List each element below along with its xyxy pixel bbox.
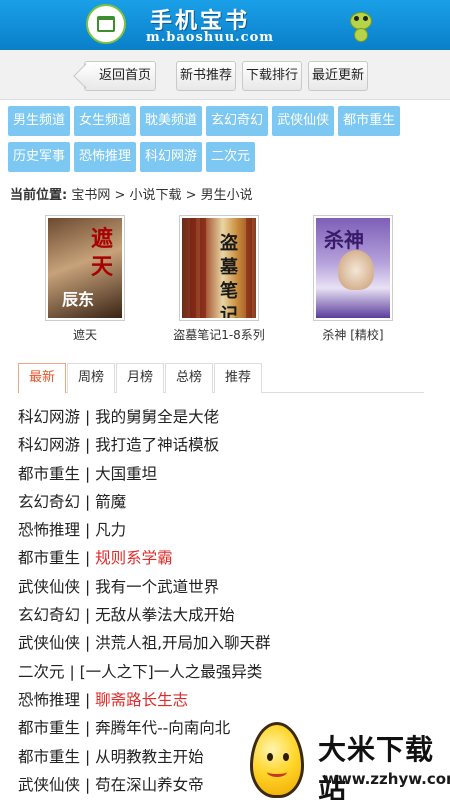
egg-mascot-icon bbox=[250, 722, 304, 798]
book-cover[interactable]: 杀神 bbox=[313, 215, 393, 321]
list-item-category[interactable]: 科幻网游 bbox=[18, 436, 80, 454]
book-title[interactable]: 杀神 [精校] bbox=[298, 326, 408, 343]
cover-title: 盗墓笔记 bbox=[220, 233, 238, 318]
category-history[interactable]: 历史军事 bbox=[8, 142, 71, 172]
list-item-category[interactable]: 武侠仙侠 bbox=[18, 776, 80, 794]
category-female[interactable]: 女生频道 bbox=[74, 106, 137, 136]
book-title[interactable]: 盗墓笔记1-8系列 bbox=[164, 326, 274, 343]
site-url: m.baoshuu.com bbox=[146, 30, 275, 45]
list-item[interactable]: 都市重生 | 大国重坦 bbox=[18, 460, 450, 488]
list-item-title[interactable]: 大国重坦 bbox=[95, 465, 157, 483]
cover-title: 杀神 bbox=[324, 228, 364, 252]
list-item-title[interactable]: 奔腾年代--向南向北 bbox=[95, 719, 230, 737]
list-item[interactable]: 玄幻奇幻 | 箭魔 bbox=[18, 488, 450, 516]
watermark-site: www.zzhyw.com bbox=[324, 770, 450, 788]
list-item-title[interactable]: 规则系学霸 bbox=[95, 549, 173, 567]
book-card[interactable]: 盗墓笔记 盗墓笔记1-8系列 bbox=[164, 215, 274, 343]
list-item-title[interactable]: 聊斋路长生志 bbox=[95, 691, 188, 709]
list-item-category[interactable]: 二次元 bbox=[18, 663, 65, 681]
list-item-title[interactable]: 我的舅舅全是大佬 bbox=[95, 408, 219, 426]
category-acg[interactable]: 二次元 bbox=[206, 142, 256, 172]
list-item[interactable]: 科幻网游 | 我的舅舅全是大佬 bbox=[18, 403, 450, 431]
site-header: 手机宝书 m.baoshuu.com bbox=[0, 0, 450, 50]
watermark-brand: 大米下载站 bbox=[318, 733, 435, 800]
logo-book-icon[interactable] bbox=[86, 4, 126, 44]
list-item-category[interactable]: 都市重生 bbox=[18, 719, 80, 737]
list-item-category[interactable]: 玄幻奇幻 bbox=[18, 493, 80, 511]
list-item-category[interactable]: 武侠仙侠 bbox=[18, 634, 80, 652]
recent-update-button[interactable]: 最近更新 bbox=[308, 61, 368, 91]
book-card[interactable]: 遮天 辰东 遮天 bbox=[30, 215, 140, 343]
back-home-label: 返回首页 bbox=[98, 68, 151, 83]
list-item-title[interactable]: 从明教教主开始 bbox=[95, 748, 204, 766]
back-home-button[interactable]: 返回首页 bbox=[84, 61, 156, 91]
list-item-title[interactable]: [一人之下]一人之最强异类 bbox=[80, 663, 263, 681]
book-cover[interactable]: 盗墓笔记 bbox=[179, 215, 259, 321]
list-item[interactable]: 武侠仙侠 | 洪荒人祖,开局加入聊天群 bbox=[18, 629, 450, 657]
list-item-category[interactable]: 恐怖推理 bbox=[18, 521, 80, 539]
cover-title: 遮天 bbox=[90, 227, 113, 280]
list-item-title[interactable]: 洪荒人祖,开局加入聊天群 bbox=[95, 634, 270, 652]
list-item-category[interactable]: 玄幻奇幻 bbox=[18, 606, 80, 624]
category-horror[interactable]: 恐怖推理 bbox=[74, 142, 137, 172]
category-scifi[interactable]: 科幻网游 bbox=[140, 142, 203, 172]
list-item-category[interactable]: 武侠仙侠 bbox=[18, 578, 80, 596]
list-item[interactable]: 武侠仙侠 | 我有一个武道世界 bbox=[18, 573, 450, 601]
cover-author: 辰东 bbox=[62, 290, 95, 309]
tab-latest[interactable]: 最新 bbox=[18, 363, 66, 393]
list-item-title[interactable]: 箭魔 bbox=[95, 493, 126, 511]
new-books-button[interactable]: 新书推荐 bbox=[176, 61, 236, 91]
list-item-title[interactable]: 凡力 bbox=[95, 521, 126, 539]
tab-total[interactable]: 总榜 bbox=[165, 363, 213, 393]
list-item-title[interactable]: 苟在深山养女帝 bbox=[95, 776, 204, 794]
list-item-category[interactable]: 都市重生 bbox=[18, 465, 80, 483]
category-wuxia[interactable]: 武侠仙侠 bbox=[272, 106, 335, 136]
category-male[interactable]: 男生频道 bbox=[8, 106, 71, 136]
category-buttons: 男生频道 女生频道 耽美频道 玄幻奇幻 武侠仙侠 都市重生历史军事 恐怖推理 科幻网游 二次元 bbox=[0, 100, 450, 178]
list-item-title[interactable]: 无敌从拳法大成开始 bbox=[95, 606, 235, 624]
tab-recommend[interactable]: 推荐 bbox=[214, 363, 262, 393]
list-item-title[interactable]: 我有一个武道世界 bbox=[95, 578, 219, 596]
breadcrumb-path[interactable]: 宝书网 > 小说下载 > 男生小说 bbox=[71, 188, 252, 203]
tab-weekly[interactable]: 周榜 bbox=[67, 363, 115, 393]
list-item[interactable]: 恐怖推理 | 聊斋路长生志 bbox=[18, 686, 450, 714]
list-item[interactable]: 玄幻奇幻 | 无敌从拳法大成开始 bbox=[18, 601, 450, 629]
download-rank-button[interactable]: 下载排行 bbox=[242, 61, 302, 91]
featured-books: 遮天 辰东 遮天 盗墓笔记 盗墓笔记1-8系列 杀神 杀神 [精校] bbox=[0, 209, 450, 357]
list-item-title[interactable]: 我打造了神话模板 bbox=[95, 436, 219, 454]
list-item[interactable]: 恐怖推理 | 凡力 bbox=[18, 516, 450, 544]
watermark: 大米下载站 www.zzhyw.com bbox=[246, 720, 450, 800]
book-card[interactable]: 杀神 杀神 [精校] bbox=[298, 215, 408, 343]
list-item[interactable]: 二次元 | [一人之下]一人之最强异类 bbox=[18, 658, 450, 686]
mascot-icon bbox=[350, 4, 372, 44]
list-item-category[interactable]: 恐怖推理 bbox=[18, 691, 80, 709]
breadcrumb-label: 当前位置: bbox=[10, 188, 68, 203]
list-item-category[interactable]: 都市重生 bbox=[18, 549, 80, 567]
list-item[interactable]: 都市重生 | 规则系学霸 bbox=[18, 544, 450, 572]
category-danmei[interactable]: 耽美频道 bbox=[140, 106, 203, 136]
list-item-category[interactable]: 都市重生 bbox=[18, 748, 80, 766]
category-urban[interactable]: 都市重生 bbox=[338, 106, 401, 136]
tab-monthly[interactable]: 月榜 bbox=[116, 363, 164, 393]
ranking-tabs: 最新 周榜 月榜 总榜 推荐 bbox=[18, 363, 424, 393]
list-item[interactable]: 科幻网游 | 我打造了神话模板 bbox=[18, 431, 450, 459]
list-item-category[interactable]: 科幻网游 bbox=[18, 408, 80, 426]
book-cover[interactable]: 遮天 辰东 bbox=[45, 215, 125, 321]
category-fantasy[interactable]: 玄幻奇幻 bbox=[206, 106, 269, 136]
breadcrumb: 当前位置: 宝书网 > 小说下载 > 男生小说 bbox=[0, 178, 450, 209]
top-nav: 返回首页 新书推荐 下载排行 最近更新 bbox=[0, 50, 450, 100]
book-title[interactable]: 遮天 bbox=[30, 326, 140, 343]
